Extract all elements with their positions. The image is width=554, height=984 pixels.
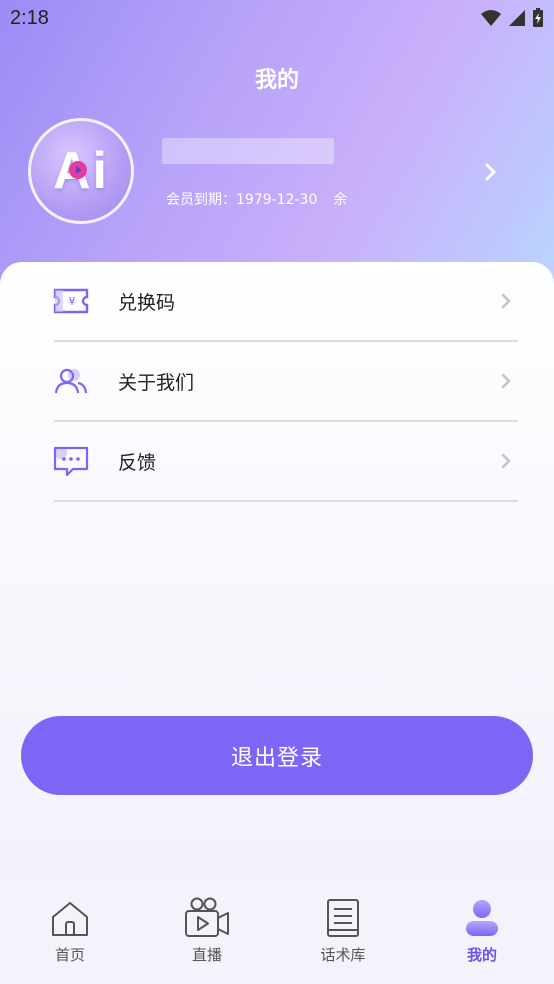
menu-item-about-us[interactable]: 关于我们 [54,342,518,422]
tab-label: 首页 [54,946,85,964]
menu-item-feedback[interactable]: 反馈 [52,422,518,502]
status-icons [480,8,544,28]
member-remaining-label: 余 [333,192,348,208]
play-icon [69,161,87,179]
video-camera-icon [157,894,257,938]
chevron-right-icon [501,373,511,389]
tab-mine[interactable]: 我的 [432,894,532,965]
tab-label: 我的 [466,946,497,964]
member-expiry: 会员到期：1979-12-30 余 [166,189,347,209]
home-icon [20,894,120,938]
tab-script-library[interactable]: 话术库 [293,894,393,965]
menu-item-label: 关于我们 [118,371,195,394]
menu-item-redeem-code[interactable]: ¥ 兑换码 [52,262,518,342]
svg-text:¥: ¥ [69,295,76,308]
menu-item-label: 反馈 [118,451,157,474]
menu-item-label: 兑换码 [118,291,176,314]
ticket-icon: ¥ [52,282,90,320]
avatar[interactable]: Ai [28,118,134,224]
wifi-icon [481,10,501,26]
battery-icon [533,8,543,27]
status-time: 2:18 [10,7,49,29]
chevron-right-icon [501,293,511,309]
username-placeholder [162,138,334,164]
tab-label: 话术库 [320,946,366,964]
signal-icon [509,10,525,26]
book-icon [293,894,393,938]
chevron-right-icon [501,453,511,469]
member-expiry-label: 会员到期：1979-12-30 [166,192,318,208]
chevron-right-icon[interactable] [484,162,498,182]
status-bar: 2:18 [0,0,554,38]
chat-bubble-icon [52,442,90,480]
page-title: 我的 [254,68,299,93]
logout-button[interactable]: 退出登录 [21,716,533,795]
users-icon [52,362,90,400]
tab-live[interactable]: 直播 [157,894,257,965]
tab-label: 直播 [191,946,222,964]
bottom-tab-bar: 首页 直播 话术库 我的 [0,882,554,984]
person-icon [432,894,532,938]
tab-home[interactable]: 首页 [20,894,120,965]
